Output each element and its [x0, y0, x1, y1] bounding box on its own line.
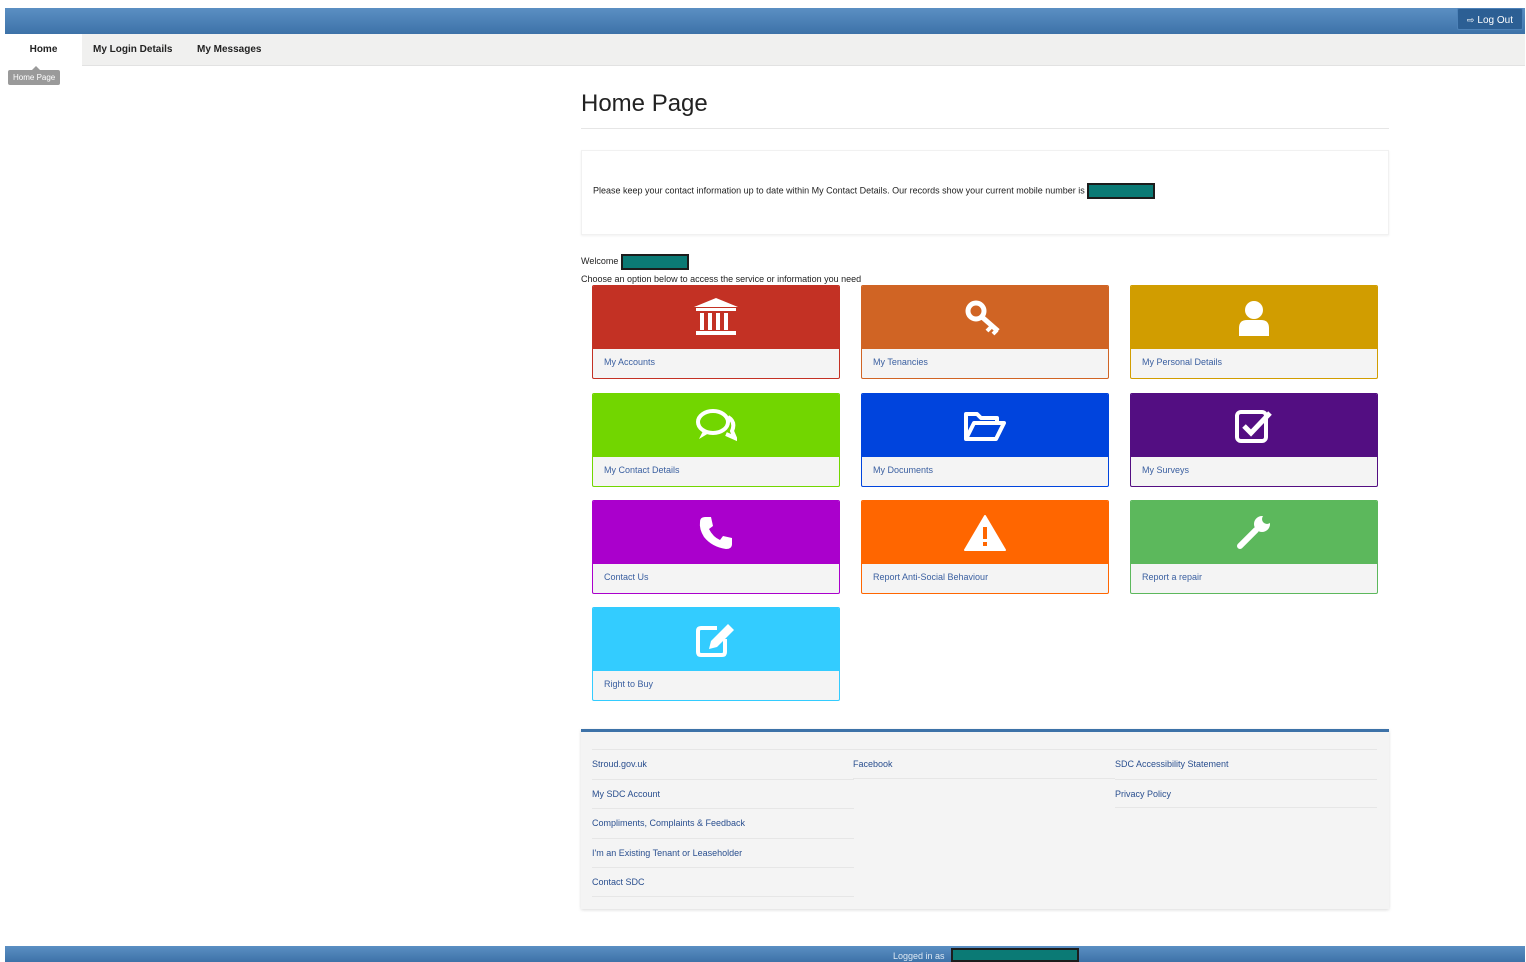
main-content: Home Page Please keep your contact infor… [581, 90, 1389, 701]
footer-link-existing-tenant[interactable]: I'm an Existing Tenant or Leaseholder [592, 837, 854, 868]
footer-link-accessibility[interactable]: SDC Accessibility Statement [1115, 749, 1377, 779]
footer-column-2: Facebook [853, 749, 1115, 779]
footer-link-stroud[interactable]: Stroud.gov.uk [592, 749, 854, 779]
chat-icon [696, 408, 737, 441]
tile-label: My Tenancies [873, 357, 928, 367]
edit-icon [696, 623, 734, 657]
tile-header [1131, 286, 1377, 349]
logout-icon: ⇨ [1466, 15, 1475, 25]
bank-icon [694, 297, 738, 335]
tile-label: Contact Us [604, 572, 649, 582]
choose-text: Choose an option below to access the ser… [581, 274, 862, 284]
tile-contact-us[interactable]: Contact Us [592, 500, 840, 594]
wrench-icon [1237, 513, 1272, 549]
key-icon [965, 300, 1000, 335]
tile-grid: My Accounts My Tenancies My Personal Det… [592, 285, 1382, 705]
footer-links: Stroud.gov.uk My SDC Account Compliments… [581, 729, 1389, 909]
tile-label: My Contact Details [604, 465, 680, 475]
notice-text: Please keep your contact information up … [593, 185, 1085, 196]
tile-label: My Surveys [1142, 465, 1190, 475]
home-tooltip: Home Page [8, 66, 61, 85]
footer-column-3: SDC Accessibility Statement Privacy Poli… [1115, 749, 1377, 808]
redacted-mobile [1087, 183, 1156, 199]
tile-my-contact-details[interactable]: My Contact Details [592, 393, 840, 487]
tile-header [862, 286, 1108, 349]
page-title: Home Page [581, 90, 1389, 129]
footer-column-1: Stroud.gov.uk My SDC Account Compliments… [592, 749, 854, 897]
welcome-text: Welcome [581, 256, 619, 266]
redacted-name [620, 253, 689, 270]
footer-link-facebook[interactable]: Facebook [853, 749, 1115, 779]
nav-home[interactable]: Home [5, 34, 82, 66]
footer-link-privacy-policy[interactable]: Privacy Policy [1115, 778, 1377, 808]
tile-my-documents[interactable]: My Documents [861, 393, 1109, 487]
contact-notice: Please keep your contact information up … [581, 150, 1389, 235]
tile-label: My Documents [873, 465, 934, 475]
warning-icon [964, 514, 1006, 551]
tile-label: Right to Buy [604, 679, 654, 689]
logged-in-label: Logged in as [893, 951, 945, 961]
user-icon [1239, 300, 1269, 336]
top-bar: ⇨ Log Out [5, 8, 1525, 34]
tile-label: My Personal Details [1142, 357, 1223, 367]
logout-label: Log Out [1477, 15, 1513, 26]
tile-my-surveys[interactable]: My Surveys [1130, 393, 1378, 487]
check-square-icon [1235, 409, 1272, 443]
tile-header [593, 501, 839, 564]
phone-icon [699, 516, 732, 549]
nav-my-login-details[interactable]: My Login Details [93, 34, 172, 66]
tile-header [862, 501, 1108, 564]
tile-label: Report a repair [1142, 572, 1203, 582]
tile-label: My Accounts [604, 357, 656, 367]
welcome-line: Welcome [581, 253, 1389, 270]
tile-header [1131, 394, 1377, 457]
tile-label: Report Anti-Social Behaviour [873, 572, 989, 582]
tile-my-personal-details[interactable]: My Personal Details [1130, 285, 1378, 379]
tile-header [862, 394, 1108, 457]
tile-header [593, 286, 839, 349]
tile-header [593, 394, 839, 457]
tile-my-tenancies[interactable]: My Tenancies [861, 285, 1109, 379]
logout-button[interactable]: ⇨ Log Out [1456, 8, 1523, 30]
nav-my-messages[interactable]: My Messages [197, 34, 261, 66]
tile-report-a-repair[interactable]: Report a repair [1130, 500, 1378, 594]
tile-report-anti-social-behaviour[interactable]: Report Anti-Social Behaviour [861, 500, 1109, 594]
footer-link-my-sdc-account[interactable]: My SDC Account [592, 778, 854, 809]
redacted-username [951, 948, 1079, 962]
tile-header [593, 608, 839, 671]
footer-link-compliments[interactable]: Compliments, Complaints & Feedback [592, 808, 854, 838]
folder-open-icon [964, 411, 1006, 441]
tile-my-accounts[interactable]: My Accounts [592, 285, 840, 379]
footer-link-contact-sdc[interactable]: Contact SDC [592, 867, 854, 897]
main-nav: Home My Login Details My Messages [5, 34, 1525, 66]
tile-header [1131, 501, 1377, 564]
tile-right-to-buy[interactable]: Right to Buy [592, 607, 840, 701]
status-bar: Logged in as [5, 946, 1525, 962]
